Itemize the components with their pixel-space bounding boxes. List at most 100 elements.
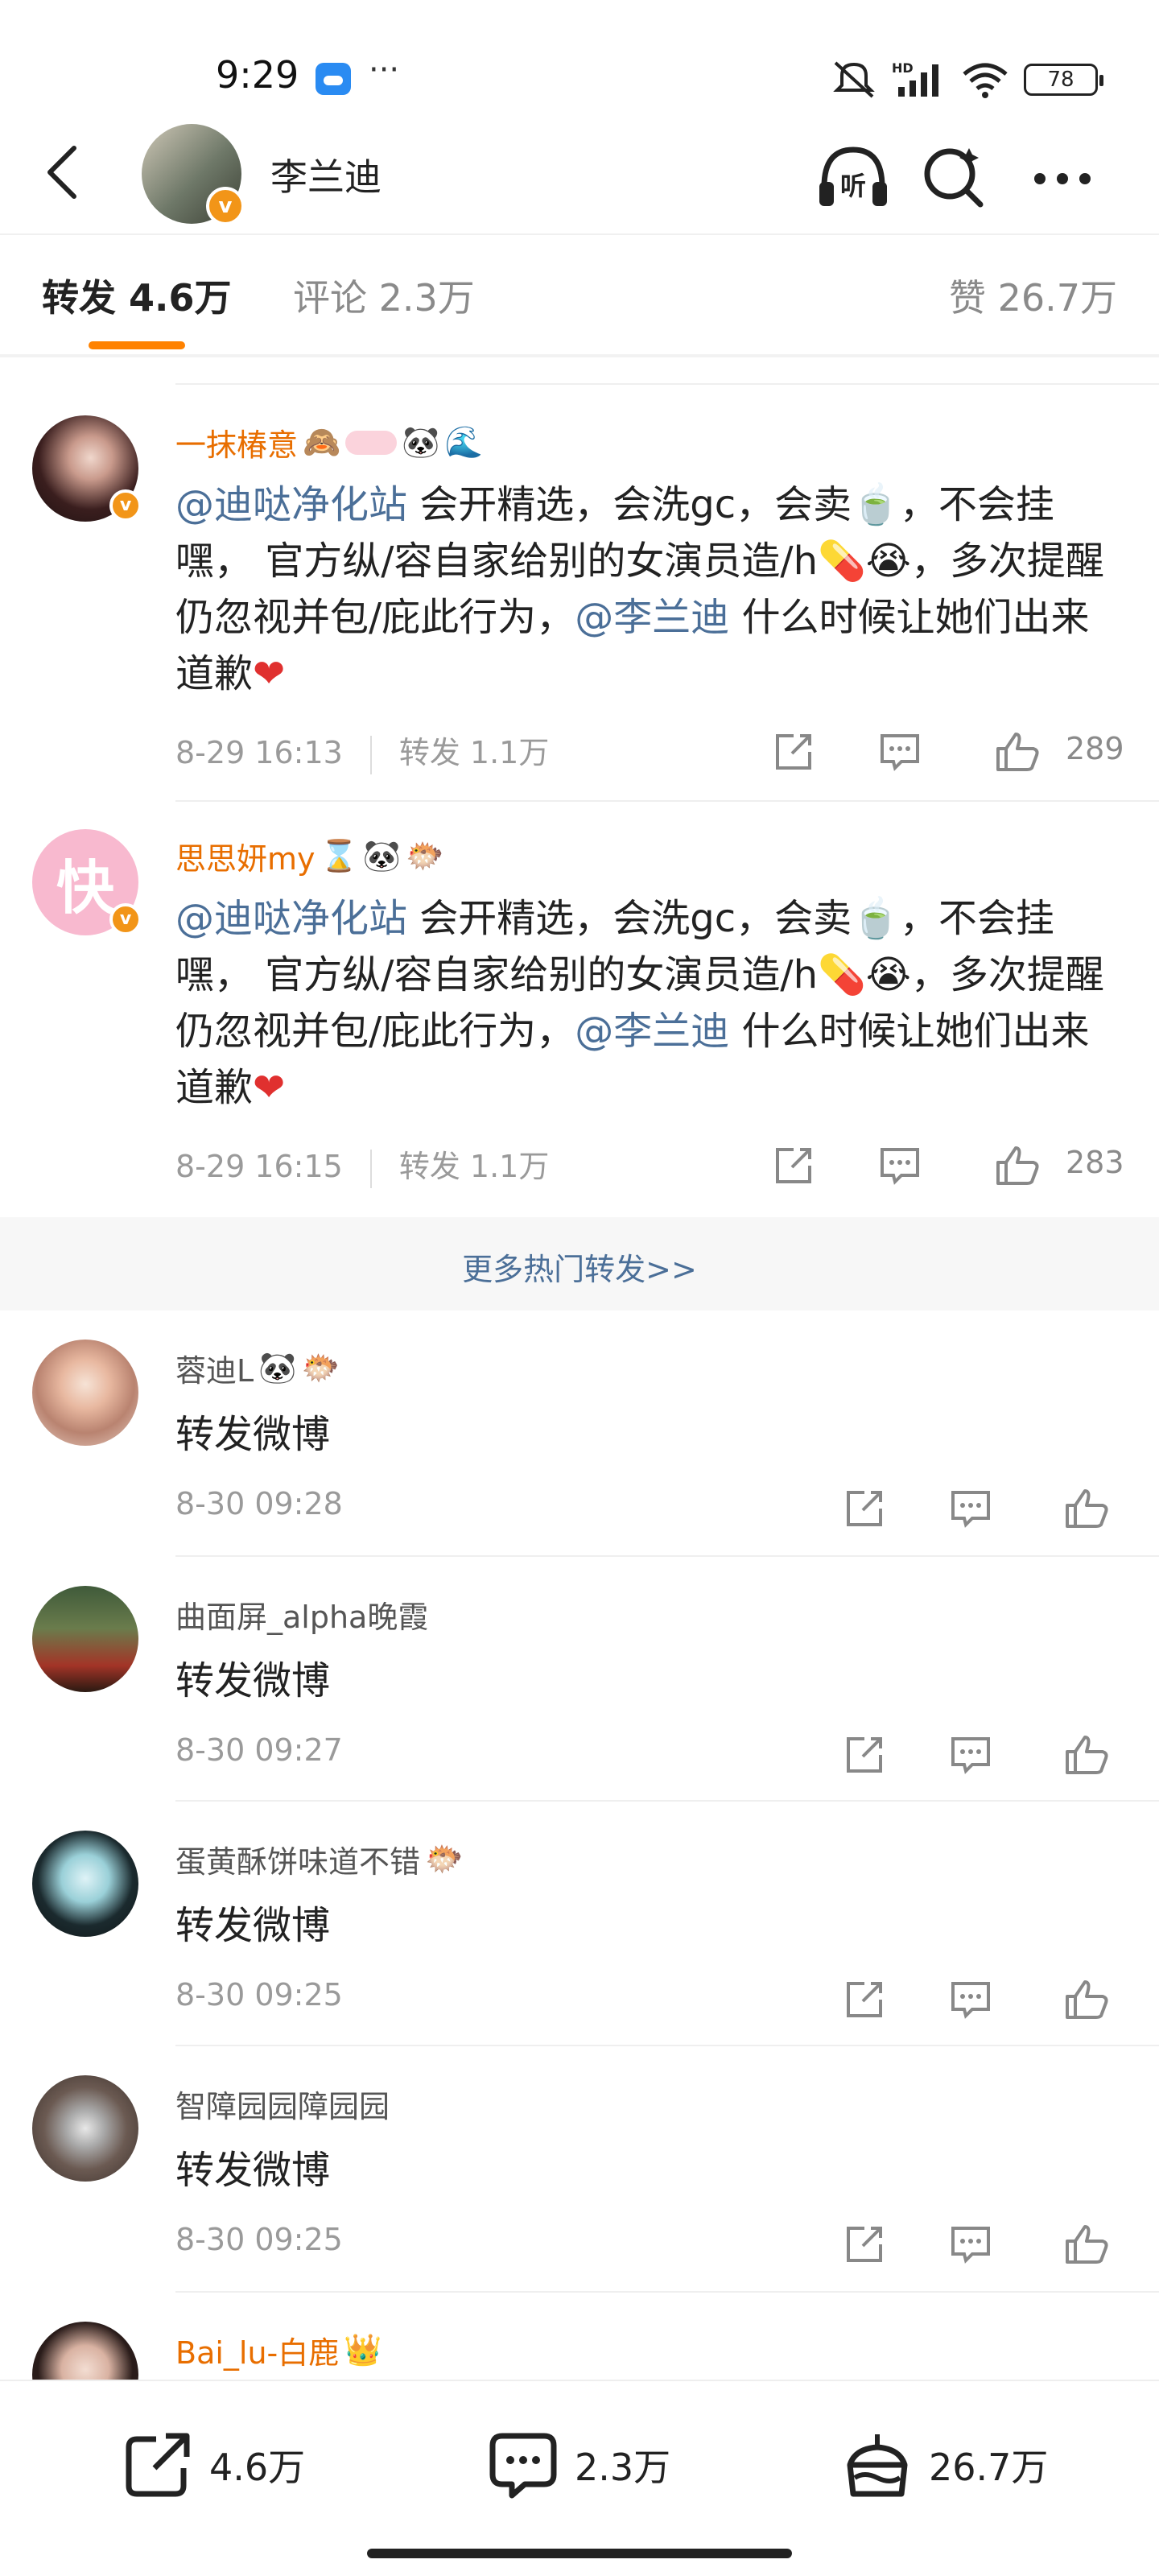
mention-link[interactable]: @迪哒净化站 [175,482,407,527]
share-icon[interactable] [840,1975,889,2024]
back-arrow-icon[interactable] [32,140,97,204]
username[interactable]: 蛋黄酥饼味道不错 [175,1837,420,1881]
bottom-like-button[interactable]: 26.7万 [840,2425,1048,2505]
comment-icon [489,2433,557,2499]
comment-icon[interactable] [947,1484,995,1533]
bottom-comment-button[interactable]: 2.3万 [486,2425,670,2505]
tea-emoji-icon: 🍵 [852,896,900,941]
verified-badge-icon: v [109,903,142,935]
like-icon[interactable] [993,1141,1041,1190]
more-hot-reposts-link[interactable]: 更多热门转发>> [0,1245,1159,1289]
comment-icon[interactable] [947,2220,995,2268]
heart-emoji-icon: ❤ [253,651,286,696]
hourglass-emoji-icon: ⌛ [320,838,358,873]
section-divider [0,354,1159,357]
like-icon[interactable] [1062,2220,1111,2268]
row-divider [175,2045,1159,2046]
repost-count[interactable]: 转发 1.1万 [399,735,550,770]
bottom-like-count: 26.7万 [929,2446,1049,2489]
post-date: 8-29 16:15 [175,1149,343,1184]
username[interactable]: 一抹椿意 [175,420,298,464]
user-avatar[interactable] [32,1340,138,1446]
bottom-repost-button[interactable]: 4.6万 [121,2425,305,2505]
row-divider [175,383,1159,385]
repost-count[interactable]: 转发 1.1万 [399,1149,550,1184]
repost-text: @迪哒净化站 会开精选，会洗gc，会卖🍵，不会挂嘿， 官方纵/容自家给别的女演员… [175,482,1104,696]
row-divider [175,2291,1159,2293]
verified-badge-icon: v [109,489,142,522]
row-divider [175,1800,1159,1802]
like-count: 283 [1066,1145,1124,1180]
user-avatar[interactable] [32,1586,138,1692]
username[interactable]: 蓉迪L [175,1346,254,1390]
crying-emoji-icon: 😭 [865,952,911,997]
tab-reposts[interactable]: 转发 4.6万 [42,269,232,322]
comment-icon[interactable] [947,1975,995,2024]
like-icon[interactable] [993,728,1041,776]
pufferfish-emoji-icon: 🐡 [406,838,444,873]
share-icon[interactable] [769,1141,818,1190]
pill-emoji-icon: 💊 [818,952,866,997]
cake-like-icon [847,2434,908,2497]
comment-icon[interactable] [947,1731,995,1779]
pufferfish-emoji-icon: 🐡 [301,1350,340,1385]
author-avatar[interactable]: v [142,124,245,225]
more-icon[interactable] [1022,137,1103,217]
tab-comments[interactable]: 评论 2.3万 [293,269,475,322]
home-indicator[interactable] [367,2549,792,2558]
row-divider [175,800,1159,802]
mention-link[interactable]: @李兰迪 [575,1009,729,1054]
like-icon[interactable] [1062,1731,1111,1779]
search-icon[interactable] [913,137,993,217]
panda-emoji-icon: 🐼 [402,424,440,460]
post-date: 8-30 09:27 [175,1732,343,1768]
listen-headphones-icon[interactable]: 听 [813,137,893,217]
heart-emoji-icon: ❤ [253,1065,286,1110]
repost-text: @迪哒净化站 会开精选，会洗gc，会卖🍵，不会挂嘿， 官方纵/容自家给别的女演员… [175,896,1104,1110]
wave-emoji-icon: 🌊 [444,424,483,460]
bottom-comment-count: 2.3万 [575,2446,671,2489]
username[interactable]: 思思妍my [175,834,316,878]
repost-text: 转发微博 [175,1658,331,1703]
post-date: 8-29 16:13 [175,735,343,770]
tab-bar: 转发 4.6万 评论 2.3万 赞 26.7万 [0,233,1159,354]
username[interactable]: 智障园园障园园 [175,2082,390,2126]
author-name[interactable]: 李兰迪 [270,148,382,201]
verified-badge-icon: v [206,187,245,225]
repost-text: 转发微博 [175,2148,331,2193]
share-icon[interactable] [840,1731,889,1779]
tea-emoji-icon: 🍵 [852,482,900,527]
more-hot-reposts-bar: 更多热门转发>> [0,1217,1159,1311]
svg-text:HD: HD [892,60,914,76]
cloud-app-icon [316,63,351,95]
like-icon[interactable] [1062,1484,1111,1533]
comment-icon[interactable] [876,1141,924,1190]
mention-link[interactable]: @迪哒净化站 [175,896,407,941]
pill-emoji-icon: 💊 [818,539,866,584]
user-avatar[interactable] [32,1831,138,1937]
panda-emoji-icon: 🐼 [362,838,402,873]
signal-icon: HD [892,60,938,97]
user-avatar[interactable]: 快 v [32,829,142,935]
user-avatar[interactable] [32,2075,138,2182]
panda-emoji-icon: 🐼 [258,1350,297,1385]
mention-link[interactable]: @李兰迪 [575,595,729,640]
status-more-dots: ··· [369,52,400,89]
share-icon[interactable] [840,1484,889,1533]
like-icon[interactable] [1062,1975,1111,2024]
username[interactable]: Bai_lu-白鹿 [175,2328,339,2372]
post-date: 8-30 09:28 [175,1486,343,1521]
bottom-action-bar: 4.6万 2.3万 26.7万 [0,2380,1159,2576]
tab-likes[interactable]: 赞 26.7万 [949,269,1117,322]
post-date: 8-30 09:25 [175,2222,343,2257]
row-divider [175,1555,1159,1557]
username[interactable]: 曲面屏_alpha晚霞 [175,1592,428,1637]
comment-icon[interactable] [876,728,924,776]
user-avatar[interactable]: v [32,415,142,522]
monkey-emoji-icon: 🙈 [303,424,341,460]
wifi-icon [963,63,1008,98]
share-icon[interactable] [840,2220,889,2268]
repost-icon [126,2433,190,2497]
share-icon[interactable] [769,728,818,776]
post-date: 8-30 09:25 [175,1977,343,2013]
